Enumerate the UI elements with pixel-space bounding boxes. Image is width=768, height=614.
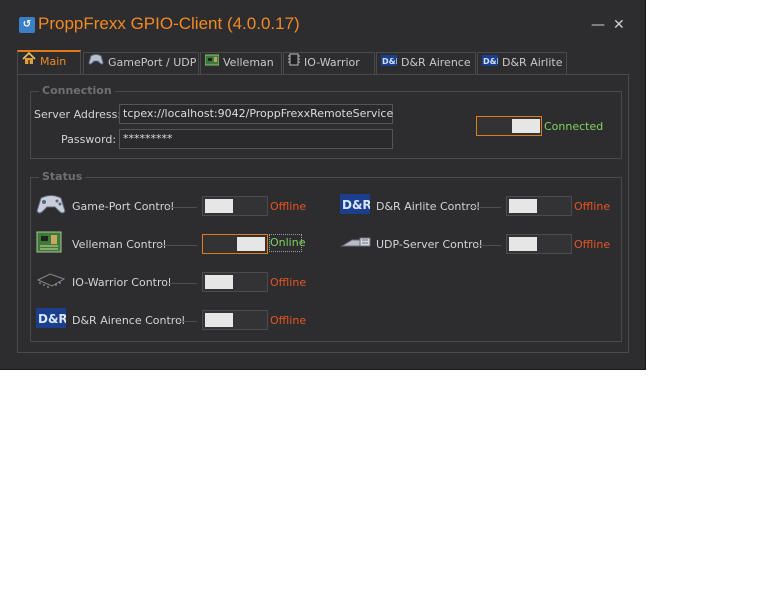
velleman-control-label: Velleman Control (72, 238, 167, 251)
close-button[interactable]: ✕ (613, 18, 625, 32)
gamepad-icon (88, 53, 104, 73)
dr-logo-icon: D&R (381, 53, 402, 73)
password-input[interactable]: ********* (119, 129, 393, 149)
tab-content-main: Connection Server Address: tcpex://local… (17, 74, 629, 353)
leader-line (476, 245, 501, 246)
toggle-knob (509, 237, 537, 251)
tab-dr-airence-label: D&R Airence (401, 56, 471, 69)
toggle-knob (205, 199, 233, 213)
status-group: Status Game-Port Control Offline Vellema… (30, 170, 622, 342)
tab-velleman[interactable]: Velleman (200, 52, 282, 74)
gameport-toggle[interactable] (202, 196, 268, 216)
airence-control-label: D&R Airence Control (72, 314, 185, 327)
airlite-status: Offline (574, 200, 611, 213)
airlite-control-label: D&R Airlite Control (376, 200, 480, 213)
window-title: ProppFrexx GPIO-Client (4.0.0.17) (38, 14, 300, 33)
tab-gameport-udp[interactable]: GamePort / UDP (83, 52, 199, 74)
connection-group: Connection Server Address: tcpex://local… (30, 84, 622, 159)
gamepad-icon (36, 192, 66, 219)
app-logo-icon: ↺ (19, 17, 35, 33)
airence-toggle[interactable] (202, 310, 268, 330)
status-group-title: Status (39, 170, 86, 183)
iowarrior-toggle[interactable] (202, 272, 268, 292)
dr-logo-icon: D&R (340, 194, 372, 217)
svg-text:D&R: D&R (382, 57, 397, 66)
udp-server-control-label: UDP-Server Control (376, 238, 483, 251)
velleman-toggle[interactable] (202, 234, 268, 254)
toggle-knob (205, 313, 233, 327)
title-bar[interactable]: ↺ ProppFrexx GPIO-Client (4.0.0.17) — ✕ (0, 0, 646, 40)
server-address-label: Server Address: (34, 108, 122, 121)
toggle-knob (512, 119, 540, 133)
tab-main-label: Main (40, 55, 67, 68)
leader-line (157, 245, 197, 246)
gameport-control-label: Game-Port Control (72, 200, 174, 213)
svg-text:D&R: D&R (342, 198, 370, 212)
circuit-board-icon (36, 230, 62, 257)
connection-group-title: Connection (39, 84, 115, 97)
tab-main[interactable]: Main (17, 50, 81, 75)
leader-line (177, 321, 197, 322)
toggle-knob (509, 199, 537, 213)
tab-dr-airence[interactable]: D&R D&R Airence (376, 52, 476, 74)
chip-icon (288, 53, 300, 73)
leader-line (167, 207, 197, 208)
toggle-knob (205, 275, 233, 289)
svg-text:D&R: D&R (483, 57, 498, 66)
udp-server-status: Offline (574, 238, 611, 251)
home-icon (22, 51, 36, 72)
dr-logo-icon: D&R (36, 308, 68, 331)
iowarrior-control-label: IO-Warrior Control (72, 276, 172, 289)
iowarrior-status: Offline (270, 276, 307, 289)
udp-server-toggle[interactable] (506, 234, 572, 254)
airlite-toggle[interactable] (506, 196, 572, 216)
connection-status: Connected (544, 120, 604, 133)
toggle-knob (237, 237, 265, 251)
network-plug-icon (340, 232, 372, 255)
server-address-input[interactable]: tcpex://localhost:9042/ProppFrexxRemoteS… (119, 104, 393, 124)
dr-logo-icon: D&R (482, 53, 503, 73)
tab-dr-airlite-label: D&R Airlite (502, 56, 563, 69)
circuit-board-icon (204, 53, 220, 73)
svg-text:D&R: D&R (38, 312, 66, 326)
tab-dr-airlite[interactable]: D&R D&R Airlite (477, 52, 567, 74)
tab-io-warrior[interactable]: IO-Warrior (283, 52, 375, 74)
minimize-button[interactable]: — (591, 18, 605, 32)
gameport-status: Offline (270, 200, 307, 213)
leader-line (167, 283, 197, 284)
tab-velleman-label: Velleman (223, 56, 274, 69)
app-window: ↺ ProppFrexx GPIO-Client (4.0.0.17) — ✕ … (0, 0, 646, 370)
airence-status: Offline (270, 314, 307, 327)
tab-io-warrior-label: IO-Warrior (304, 56, 360, 69)
password-label: Password: (61, 133, 117, 146)
leader-line (471, 207, 501, 208)
tab-gameport-udp-label: GamePort / UDP (108, 56, 197, 69)
velleman-status: Online (269, 234, 305, 252)
chip-icon (36, 270, 66, 293)
connection-toggle[interactable] (476, 116, 542, 136)
